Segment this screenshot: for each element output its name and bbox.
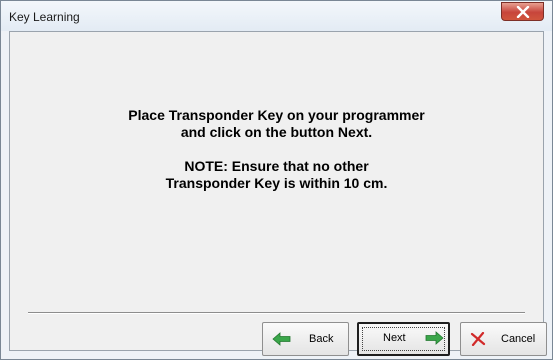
cancel-button[interactable]: Cancel <box>460 322 547 356</box>
dialog-body: Place Transponder Key on your programmer… <box>9 31 547 356</box>
cancel-x-icon <box>470 332 486 346</box>
arrow-right-icon <box>425 331 444 345</box>
window-title: Key Learning <box>9 10 80 24</box>
close-icon <box>516 6 530 18</box>
back-button[interactable]: Back <box>262 322 349 356</box>
key-learning-dialog: Key Learning Place Transponder Key on yo… <box>0 0 553 360</box>
separator-line <box>28 312 525 314</box>
instruction-message: Place Transponder Key on your programmer… <box>10 107 543 192</box>
cancel-button-label: Cancel <box>501 333 536 345</box>
arrow-left-icon <box>272 332 291 346</box>
next-button-label: Next <box>383 332 406 344</box>
next-button[interactable]: Next <box>357 322 450 356</box>
back-button-label: Back <box>309 333 334 345</box>
title-bar[interactable]: Key Learning <box>1 1 552 31</box>
note-line-1: NOTE: Ensure that no other <box>184 158 369 174</box>
instruction-line-2: and click on the button Next. <box>180 124 373 140</box>
note-line-2: Transponder Key is within 10 cm. <box>165 175 388 191</box>
instruction-line-1: Place Transponder Key on your programmer <box>128 107 425 123</box>
close-button[interactable] <box>501 2 544 21</box>
